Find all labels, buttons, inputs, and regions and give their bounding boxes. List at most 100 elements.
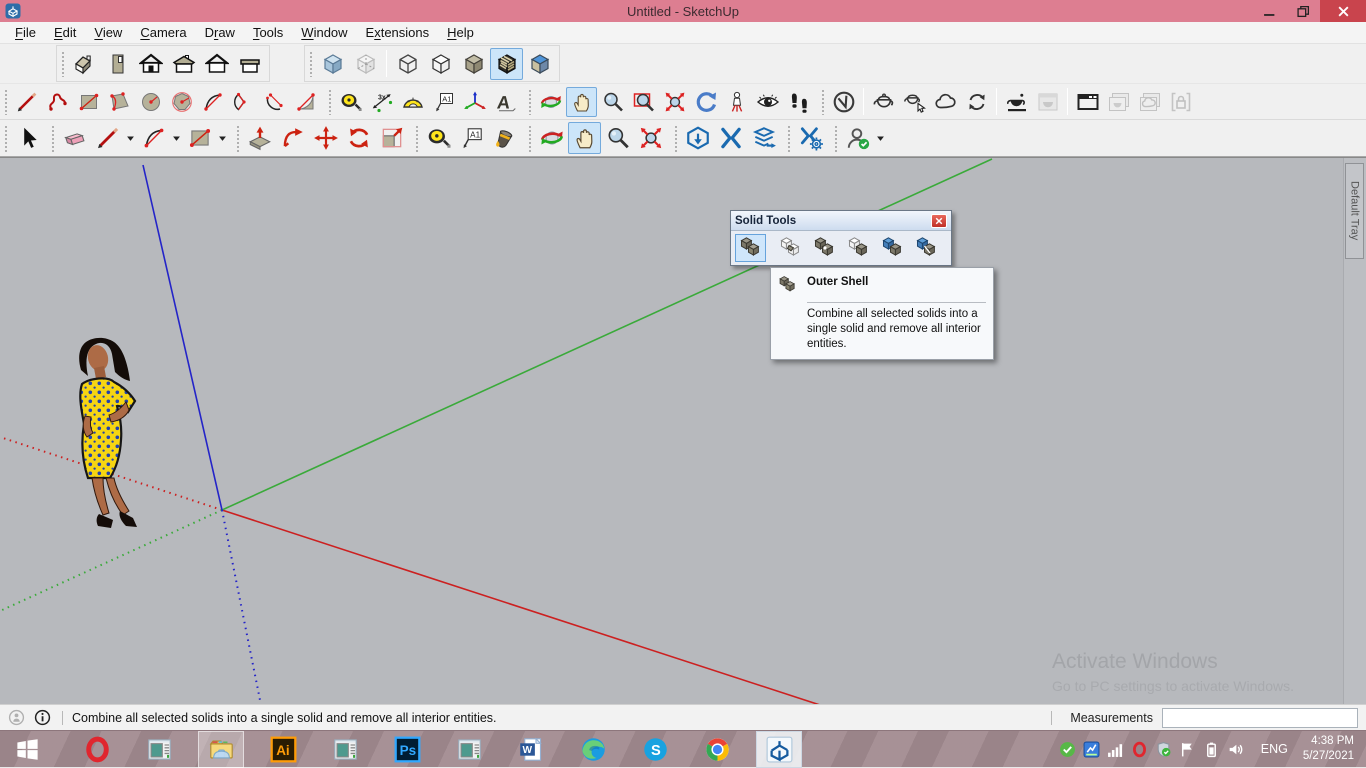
line-tool-dropdown[interactable] (124, 123, 137, 153)
solid-intersect-button[interactable] (775, 234, 806, 262)
taskbar-word-button[interactable]: W (508, 731, 554, 768)
menu-file[interactable]: File (6, 23, 45, 42)
vray-lock-button[interactable] (1165, 87, 1196, 117)
style-monochrome-button[interactable] (457, 48, 490, 80)
solid-trim-button[interactable] (877, 234, 908, 262)
toolbar-grip[interactable] (820, 88, 825, 115)
tray-opera-icon[interactable] (1131, 741, 1148, 758)
zoom-button[interactable] (597, 87, 628, 117)
zoom-extents-button[interactable] (659, 87, 690, 117)
tray-idm-icon[interactable] (1083, 741, 1100, 758)
position-camera-button[interactable] (721, 87, 752, 117)
taskbar-app-window-button[interactable] (136, 731, 182, 768)
rectangle-tool-button[interactable] (183, 122, 216, 154)
push-pull-button[interactable] (243, 122, 276, 154)
toolbar-grip[interactable] (308, 50, 313, 77)
account-dropdown[interactable] (874, 123, 887, 153)
look-around-button[interactable] (752, 87, 783, 117)
toolbar-grip[interactable] (786, 124, 791, 152)
view-iso-button[interactable] (68, 48, 101, 80)
text-tool-button[interactable]: A1 (455, 122, 488, 154)
toolbar-grip[interactable] (3, 88, 8, 115)
dimension-tool-button[interactable]: 3x (366, 87, 397, 117)
line-tool-button[interactable] (91, 122, 124, 154)
taskbar-start-button[interactable] (4, 731, 50, 768)
arc-tool-dropdown[interactable] (170, 123, 183, 153)
toolbar-grip[interactable] (673, 124, 678, 152)
restore-button[interactable] (1286, 0, 1320, 22)
scale-figure-person[interactable] (52, 336, 148, 536)
taskbar-edge-button[interactable] (570, 731, 616, 768)
vray-cloud-button[interactable] (930, 87, 961, 117)
vray-frame-buffer-button[interactable] (1072, 87, 1103, 117)
tray-volume-icon[interactable] (1227, 741, 1244, 758)
extension-manager-button[interactable] (794, 122, 827, 154)
solid-tools-close-button[interactable] (931, 214, 947, 228)
zoom-window-button[interactable] (628, 87, 659, 117)
pie-filled-tool-button[interactable] (290, 87, 321, 117)
minimize-button[interactable] (1252, 0, 1286, 22)
style-xray-button[interactable] (316, 48, 349, 80)
style-shaded-button[interactable] (523, 48, 556, 80)
info-icon[interactable] (34, 709, 51, 726)
vray-interactive-render-button[interactable] (899, 87, 930, 117)
model-viewport[interactable]: Activate Windows Go to PC settings to ac… (0, 157, 1366, 704)
tray-check-icon[interactable] (1059, 741, 1076, 758)
tape-measure-button[interactable] (335, 87, 366, 117)
toolbar-grip[interactable] (3, 124, 8, 152)
orbit-button[interactable] (535, 122, 568, 154)
taskbar-sketchup-button[interactable] (756, 731, 802, 768)
tray-signal-icon[interactable] (1107, 741, 1124, 758)
menu-window[interactable]: Window (292, 23, 356, 42)
polygon-tool-button[interactable] (166, 87, 197, 117)
taskbar-photoshop-button[interactable]: Ps (384, 731, 430, 768)
tray-battery-icon[interactable] (1203, 741, 1220, 758)
threed-warehouse-button[interactable] (681, 122, 714, 154)
toolbar-grip[interactable] (527, 124, 532, 152)
zoom-button[interactable] (601, 122, 634, 154)
move-button[interactable] (309, 122, 342, 154)
view-top-button[interactable] (101, 48, 134, 80)
extension-warehouse-button[interactable] (714, 122, 747, 154)
vray-asset-editor-button[interactable] (868, 87, 899, 117)
vray-batch-render-button[interactable] (1103, 87, 1134, 117)
rotate-button[interactable] (342, 122, 375, 154)
style-hidden-line-button[interactable] (424, 48, 457, 80)
solid-split-button[interactable] (911, 234, 942, 262)
vray-render-last-button[interactable] (1032, 87, 1063, 117)
three-point-arc-tool-button[interactable] (259, 87, 290, 117)
language-indicator[interactable]: ENG (1261, 742, 1288, 756)
solid-tools-titlebar[interactable]: Solid Tools (731, 211, 951, 231)
style-wireframe-button[interactable] (391, 48, 424, 80)
protractor-button[interactable] (397, 87, 428, 117)
taskbar-chrome-button[interactable] (694, 731, 740, 768)
toolbar-grip[interactable] (50, 124, 55, 152)
toolbar-grip[interactable] (414, 124, 419, 152)
taskbar-app-window-button[interactable] (322, 731, 368, 768)
previous-view-button[interactable] (690, 87, 721, 117)
menu-extensions[interactable]: Extensions (357, 23, 439, 42)
account-button[interactable] (841, 122, 874, 154)
vray-render-button[interactable] (1001, 87, 1032, 117)
line-tool-button[interactable] (11, 87, 42, 117)
arc-tool-button[interactable] (137, 122, 170, 154)
vray-cloud-batch-button[interactable] (1134, 87, 1165, 117)
vray-logo-button[interactable] (828, 87, 859, 117)
tray-shield-icon[interactable] (1155, 741, 1172, 758)
outer-shell-button[interactable] (735, 234, 766, 262)
toolbar-grip[interactable] (833, 124, 838, 152)
menu-edit[interactable]: Edit (45, 23, 85, 42)
zoom-extents-button[interactable] (634, 122, 667, 154)
menu-draw[interactable]: Draw (196, 23, 244, 42)
text-tool-button[interactable]: A1 (428, 87, 459, 117)
circle-tool-button[interactable] (135, 87, 166, 117)
solid-union-button[interactable] (809, 234, 840, 262)
measurements-input[interactable] (1162, 708, 1358, 728)
style-back-edges-button[interactable] (349, 48, 382, 80)
taskbar-app-window-button[interactable] (446, 731, 492, 768)
pan-button[interactable] (566, 87, 597, 117)
default-tray-tab[interactable]: Default Tray (1345, 163, 1364, 259)
geolocation-icon[interactable] (8, 709, 25, 726)
view-right-button[interactable] (167, 48, 200, 80)
solid-subtract-button[interactable] (843, 234, 874, 262)
